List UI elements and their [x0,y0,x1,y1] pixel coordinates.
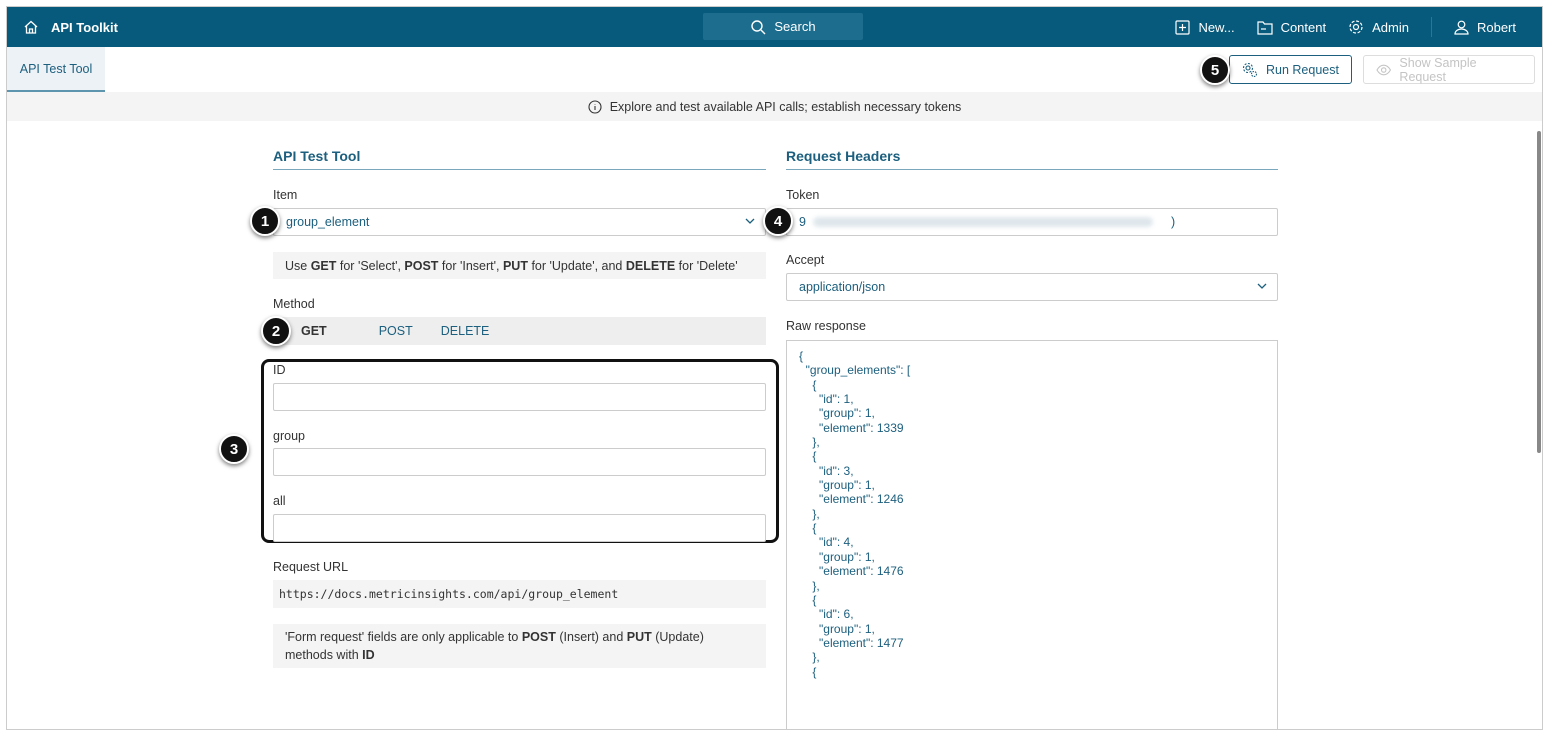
api-test-tool-heading: API Test Tool [273,148,766,170]
token-blurred [813,217,1153,227]
accept-select[interactable]: application/json [786,273,1278,301]
request-headers-heading: Request Headers [786,148,1278,170]
nav-content-label: Content [1280,19,1327,35]
scrollbar[interactable] [1537,131,1541,453]
request-url-label: Request URL [273,560,349,574]
tab-bar: API Test Tool Run Request Show Sample Re… [7,47,1542,92]
all-label: all [273,494,286,508]
nav-new-label: New... [1198,19,1235,35]
token-label: Token [786,188,820,202]
request-url: https://docs.metricinsights.com/api/grou… [273,580,766,608]
accept-label: Accept [786,253,825,267]
nav-admin[interactable]: Admin [1348,19,1409,35]
method-tabs: GET POST DELETE [273,317,766,345]
method-label: Method [273,297,315,311]
chevron-down-icon [745,218,755,224]
user-icon [1454,20,1469,35]
method-post[interactable]: POST [379,324,413,338]
nav-content[interactable]: Content [1256,19,1327,35]
nav-admin-label: Admin [1372,19,1409,35]
id-input[interactable] [273,383,766,411]
item-value: group_element [286,215,370,229]
group-input[interactable] [273,448,766,476]
app-title: API Toolkit [51,19,118,35]
plus-square-icon [1175,19,1191,35]
item-select[interactable]: group_element [273,208,766,236]
nav-divider [1430,17,1432,37]
callout-badge-2: 2 [261,316,291,346]
search-icon [751,19,766,34]
show-sample-label: Show Sample Request [1399,55,1477,84]
method-get[interactable]: GET [301,324,327,338]
token-end: ) [1171,215,1176,229]
callout-badge-4: 4 [763,206,793,236]
show-sample-request-button[interactable]: Show Sample Request [1363,55,1535,84]
run-request-label: Run Request [1266,62,1339,77]
method-delete[interactable]: DELETE [441,324,490,338]
method-note: Use GET for 'Select', POST for 'Insert',… [273,252,766,279]
info-text: Explore and test available API calls; es… [609,99,962,114]
nav-user[interactable]: Robert [1454,20,1516,35]
search-label: Search [774,19,816,34]
all-input[interactable] [273,514,766,542]
gears-icon [1242,62,1258,77]
home-link[interactable]: API Toolkit [23,19,118,35]
app-window: API Toolkit Search New... Content Admin … [6,6,1543,730]
search-button[interactable]: Search [703,13,863,40]
home-icon [24,20,38,34]
info-icon [588,99,602,114]
nav-new[interactable]: New... [1175,19,1235,35]
accept-value: application/json [799,280,886,294]
form-note: 'Form request' fields are only applicabl… [273,624,766,668]
raw-response-label: Raw response [786,319,866,333]
folder-icon [1256,20,1273,35]
callout-badge-1: 1 [250,206,280,236]
top-bar: API Toolkit Search New... Content Admin … [7,7,1542,47]
chevron-down-icon [1257,283,1267,289]
gear-icon [1349,20,1363,34]
nav-user-label: Robert [1476,19,1516,35]
item-label: Item [273,188,298,202]
token-input[interactable]: 9 ) [786,208,1278,236]
id-label: ID [273,363,286,377]
callout-badge-5: 5 [1200,55,1230,85]
raw-response[interactable]: { "group_elements": [ { "id": 1, "group"… [786,340,1278,729]
tab-api-test-tool[interactable]: API Test Tool [7,47,105,92]
run-request-button[interactable]: Run Request [1229,55,1352,84]
eye-icon [1376,64,1392,75]
info-bar: Explore and test available API calls; es… [7,92,1542,121]
token-start: 9 [799,215,806,229]
callout-badge-3: 3 [219,434,249,464]
group-label: group [273,429,305,443]
